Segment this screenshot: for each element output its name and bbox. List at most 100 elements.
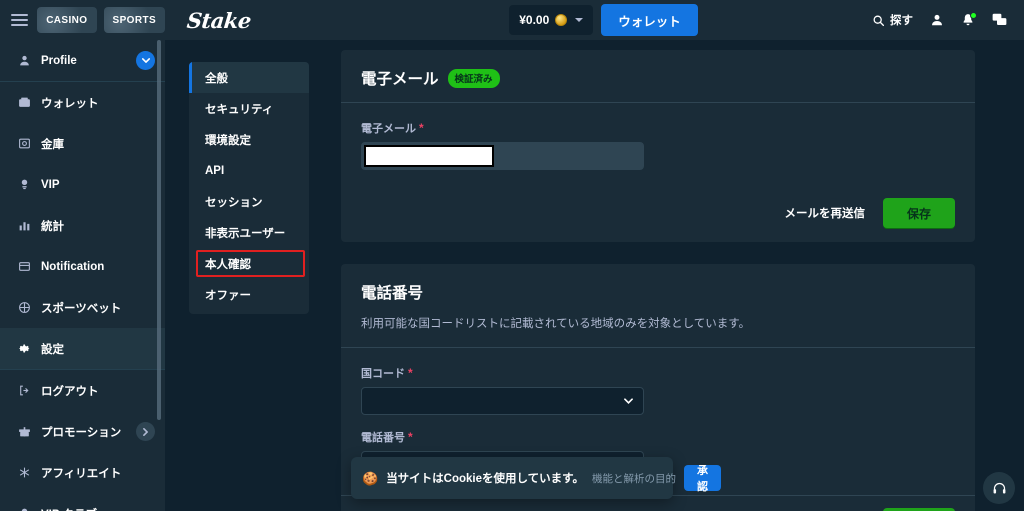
- settings-navigation: 全般 セキュリティ 環境設定 API セッション 非表示ユーザー 本人確認 オフ…: [189, 62, 309, 314]
- email-card-header: 電子メール 検証済み: [341, 50, 975, 102]
- resend-email-link[interactable]: メールを再送信: [784, 205, 865, 221]
- settings-nav-api[interactable]: API: [189, 155, 309, 186]
- balance-display[interactable]: ¥0.00: [509, 5, 594, 35]
- stake-settings-page: CASINO SPORTS Stake ¥0.00 ウォレット 探す Profi…: [0, 0, 1024, 511]
- sidebar-item-sportsbet[interactable]: スポーツベット: [0, 287, 165, 328]
- settings-nav-label: 全般: [205, 72, 228, 85]
- notifications-button[interactable]: [961, 12, 977, 27]
- sports-button-label: SPORTS: [112, 14, 157, 26]
- sidebar-item-vip[interactable]: VIP: [0, 164, 165, 205]
- country-code-select[interactable]: [361, 387, 644, 416]
- sidebar-item-label: Profile: [41, 54, 77, 67]
- settings-nav-label: セキュリティ: [205, 103, 274, 116]
- email-card: 電子メール 検証済み 電子メール * メールを再送信 保存: [341, 50, 975, 242]
- promotion-expand-button[interactable]: [136, 422, 155, 441]
- cookie-consent-banner: 🍪 当サイトはCookieを使用しています。 機能と解析の目的 承認: [351, 457, 722, 499]
- email-card-footer: メールを再送信 保存: [341, 186, 975, 242]
- sidebar-item-promotion[interactable]: プロモーション: [0, 411, 165, 452]
- search-button[interactable]: 探す: [872, 12, 913, 28]
- phone-card-header: 電話番号: [341, 264, 975, 316]
- chevron-down-icon: [624, 398, 633, 405]
- sidebar-item-wallet[interactable]: ウォレット: [0, 82, 165, 123]
- sidebar-item-vault[interactable]: 金庫: [0, 123, 165, 164]
- casino-button[interactable]: CASINO: [37, 7, 97, 33]
- required-marker: *: [408, 430, 413, 445]
- settings-nav-general[interactable]: 全般: [189, 62, 309, 93]
- hamburger-menu-icon[interactable]: [9, 9, 30, 31]
- logout-icon: [17, 383, 32, 398]
- wallet-icon: [17, 95, 32, 110]
- notification-icon: [17, 259, 32, 274]
- vault-icon: [17, 136, 32, 151]
- email-input[interactable]: [361, 142, 644, 170]
- sidebar-item-label: VIP: [41, 178, 60, 191]
- casino-button-label: CASINO: [46, 14, 88, 26]
- sidebar-item-profile[interactable]: Profile: [0, 40, 165, 81]
- email-field-label: 電子メール *: [361, 120, 955, 136]
- account-button[interactable]: [930, 13, 944, 27]
- sidebar-item-settings[interactable]: 設定: [0, 328, 165, 369]
- brand-logo-text: Stake: [185, 7, 253, 33]
- sidebar-item-label: ログアウト: [41, 385, 99, 398]
- wallet-button[interactable]: ウォレット: [601, 4, 698, 36]
- profile-expand-button[interactable]: [136, 51, 155, 70]
- support-chat-button[interactable]: [983, 472, 1015, 504]
- vip-club-icon: [17, 506, 32, 511]
- cookie-icon: 🍪: [362, 470, 379, 486]
- settings-nav-security[interactable]: セキュリティ: [189, 93, 309, 124]
- main-sidebar: Profile ウォレット 金庫 VIP 統計 Notification スポー…: [0, 40, 165, 511]
- phone-card-title: 電話番号: [361, 285, 424, 302]
- settings-nav-offers[interactable]: オファー: [189, 279, 309, 310]
- settings-nav-ignored-users[interactable]: 非表示ユーザー: [189, 217, 309, 248]
- user-icon: [930, 13, 944, 27]
- sidebar-scrollbar[interactable]: [157, 40, 161, 420]
- sidebar-item-label: 金庫: [41, 138, 64, 151]
- cookie-submessage: 機能と解析の目的: [592, 472, 677, 485]
- sidebar-group-primary: ウォレット 金庫 VIP 統計 Notification スポーツベット 設定: [0, 82, 165, 370]
- notification-badge-dot: [970, 12, 977, 19]
- headset-icon: [992, 481, 1007, 496]
- settings-nav-label: API: [205, 164, 225, 177]
- country-code-label-text: 国コード: [361, 368, 405, 381]
- coin-icon: [555, 14, 568, 26]
- settings-nav-preferences[interactable]: 環境設定: [189, 124, 309, 155]
- brand-logo[interactable]: Stake: [165, 0, 335, 40]
- country-code-label: 国コード *: [361, 365, 955, 381]
- sports-button[interactable]: SPORTS: [103, 7, 165, 33]
- sidebar-item-notification[interactable]: Notification: [0, 246, 165, 287]
- email-field-label-text: 電子メール: [361, 123, 416, 135]
- sidebar-item-statistics[interactable]: 統計: [0, 205, 165, 246]
- sidebar-item-logout[interactable]: ログアウト: [0, 370, 165, 411]
- sidebar-profile-group: Profile: [0, 40, 165, 82]
- balance-amount: ¥0.00: [519, 13, 550, 27]
- sidebar-item-vip-club[interactable]: VIP クラブ: [0, 493, 165, 511]
- sidebar-item-label: VIP クラブ: [41, 506, 155, 511]
- settings-nav-sessions[interactable]: セッション: [189, 186, 309, 217]
- chat-icon: [992, 13, 1007, 27]
- required-marker: *: [408, 366, 413, 381]
- settings-nav-label: 非表示ユーザー: [205, 227, 286, 240]
- required-marker: *: [419, 121, 424, 135]
- stats-icon: [17, 218, 32, 233]
- chat-button[interactable]: [992, 13, 1007, 27]
- phone-card-description: 利用可能な国コードリストに記載されている地域のみを対象としています。: [361, 318, 751, 330]
- top-navigation-bar: CASINO SPORTS Stake ¥0.00 ウォレット 探す: [0, 0, 1024, 40]
- sidebar-group-secondary: ログアウト プロモーション アフィリエイト: [0, 370, 165, 511]
- wallet-button-label: ウォレット: [618, 14, 681, 29]
- sidebar-item-label: スポーツベット: [41, 302, 122, 315]
- chevron-down-icon: [575, 18, 584, 22]
- sidebar-item-label: プロモーション: [41, 426, 122, 439]
- settings-nav-label: 環境設定: [205, 134, 251, 147]
- topbar-right-group: 探す: [872, 0, 1024, 40]
- vip-icon: [17, 177, 32, 192]
- topbar-center-group: ¥0.00 ウォレット: [335, 0, 872, 40]
- sidebar-item-affiliate[interactable]: アフィリエイト: [0, 452, 165, 493]
- settings-nav-verification[interactable]: 本人確認: [189, 248, 309, 279]
- topbar-left-group: CASINO SPORTS: [0, 0, 165, 40]
- gear-icon: [17, 341, 32, 356]
- settings-nav-label: オファー: [205, 289, 251, 302]
- cookie-accept-button[interactable]: 承認: [684, 465, 722, 493]
- save-button[interactable]: 保存: [882, 198, 955, 228]
- affiliate-icon: [17, 465, 32, 480]
- search-label: 探す: [890, 15, 913, 27]
